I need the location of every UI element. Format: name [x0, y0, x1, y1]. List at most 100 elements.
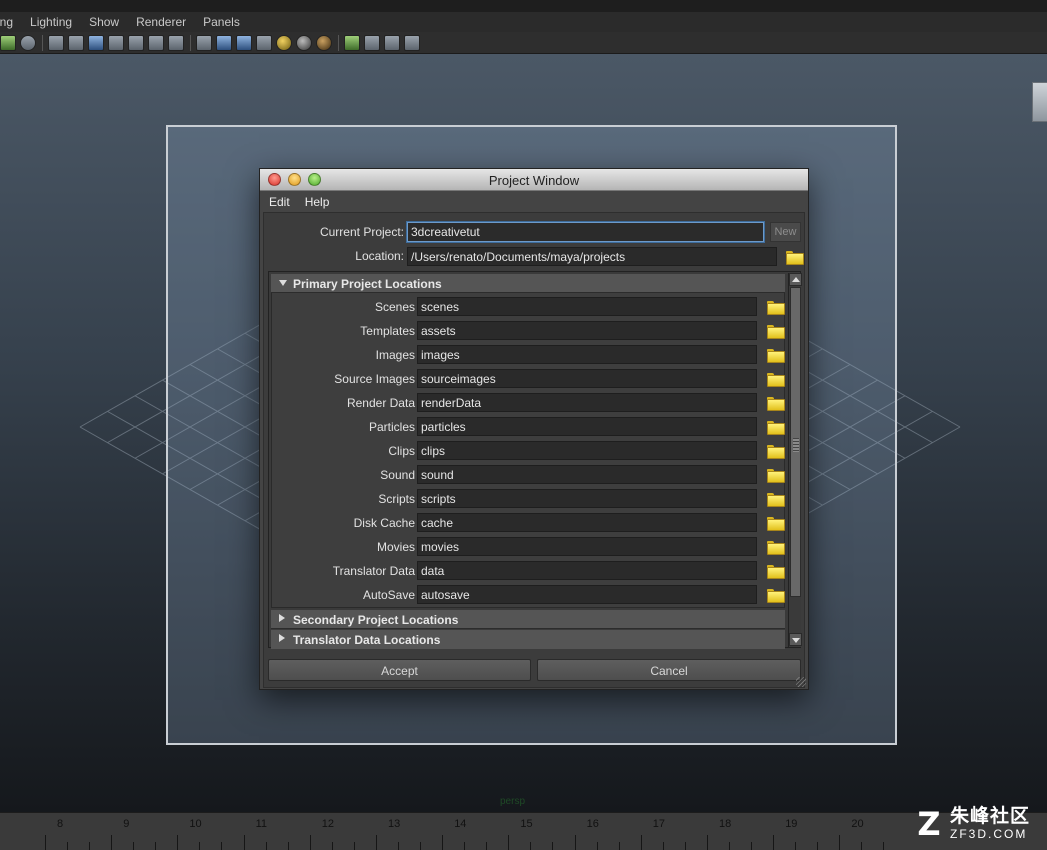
watermark: Z 朱峰社区 ZF3D.COM: [912, 803, 1042, 845]
expanded-arrow-icon: [279, 280, 287, 286]
viewport-menubar: ing Lighting Show Renderer Panels: [0, 12, 1047, 32]
menu-show[interactable]: Show: [89, 15, 119, 29]
scroll-up-button[interactable]: [789, 273, 802, 286]
location-row-label: Sound: [380, 468, 415, 482]
collapsed-arrow-icon: [279, 614, 285, 622]
location-row-input[interactable]: sourceimages: [417, 369, 757, 388]
folder-icon[interactable]: [767, 349, 785, 363]
location-input[interactable]: /Users/renato/Documents/maya/projects: [407, 247, 777, 266]
graph-icon[interactable]: [404, 34, 420, 51]
location-row-input[interactable]: renderData: [417, 393, 757, 412]
timeline-tick: [376, 835, 377, 850]
location-row-input[interactable]: autosave: [417, 585, 757, 604]
xray-icon[interactable]: [128, 34, 144, 51]
location-row-label: Images: [375, 348, 415, 362]
timeline-tick: [530, 842, 532, 850]
wireframe-icon[interactable]: [48, 34, 64, 51]
folder-icon[interactable]: [767, 445, 785, 459]
watermark-en-text: ZF3D.COM: [950, 827, 1028, 841]
accept-button[interactable]: Accept: [268, 659, 531, 681]
timeline-tick: [199, 842, 201, 850]
watermark-cn-text: 朱峰社区: [950, 806, 1031, 827]
light-grey-icon[interactable]: [296, 34, 312, 51]
location-row: Scripts scripts: [272, 489, 786, 509]
timeline-tick: [707, 835, 708, 850]
translator-locations-header[interactable]: Translator Data Locations: [271, 630, 785, 649]
folder-icon[interactable]: [767, 397, 785, 411]
timeline-tick-label: 14: [454, 818, 467, 830]
location-row-input[interactable]: data: [417, 561, 757, 580]
select-cursor-icon[interactable]: [344, 34, 360, 51]
folder-icon[interactable]: [767, 589, 785, 603]
smooth-shade-icon[interactable]: [108, 34, 124, 51]
location-row-input[interactable]: movies: [417, 537, 757, 556]
location-row-input[interactable]: clips: [417, 441, 757, 460]
folder-icon[interactable]: [767, 421, 785, 435]
menu-lighting[interactable]: Lighting: [30, 15, 72, 29]
checker-icon[interactable]: [256, 34, 272, 51]
cube-shaded-icon[interactable]: [236, 34, 252, 51]
folder-icon[interactable]: [767, 493, 785, 507]
camera-icon[interactable]: [88, 34, 104, 51]
location-row: Particles particles: [272, 417, 786, 437]
light-brown-icon[interactable]: [316, 34, 332, 51]
vertical-scrollbar[interactable]: [788, 273, 802, 647]
location-row-input[interactable]: scenes: [417, 297, 757, 316]
window-titlebar[interactable]: Project Window: [260, 169, 808, 191]
light-gold-icon[interactable]: [276, 34, 292, 51]
folder-icon[interactable]: [767, 469, 785, 483]
timeline-tick-label: 20: [851, 818, 864, 830]
folder-icon[interactable]: [767, 373, 785, 387]
menu-renderer[interactable]: Renderer: [136, 15, 186, 29]
folder-icon[interactable]: [767, 517, 785, 531]
location-row-label: Scenes: [374, 300, 415, 314]
texture-icon[interactable]: [148, 34, 164, 51]
timeline-tick: [773, 835, 775, 850]
timeline-tick: [442, 835, 444, 850]
location-row-input[interactable]: scripts: [417, 489, 757, 508]
timeline-tick-label: 11: [255, 818, 268, 830]
location-row-input[interactable]: images: [417, 345, 757, 364]
primary-locations-title: Primary Project Locations: [293, 277, 442, 291]
location-row-input[interactable]: particles: [417, 417, 757, 436]
menu-panels[interactable]: Panels: [203, 15, 240, 29]
cube-outline-icon[interactable]: [196, 34, 212, 51]
location-label: Location:: [355, 249, 404, 263]
cube-solid-icon[interactable]: [216, 34, 232, 51]
location-row-label: Movies: [376, 540, 415, 554]
view-cube[interactable]: [1032, 82, 1047, 122]
text-icon[interactable]: [168, 34, 184, 51]
secondary-locations-header[interactable]: Secondary Project Locations: [271, 610, 785, 629]
isolate-icon[interactable]: [364, 34, 380, 51]
folder-icon[interactable]: [767, 541, 785, 555]
new-project-button[interactable]: New: [770, 222, 801, 242]
location-row-input[interactable]: assets: [417, 321, 757, 340]
current-project-input[interactable]: 3dcreativetut: [407, 222, 764, 242]
cancel-button[interactable]: Cancel: [537, 659, 801, 681]
scroll-thumb[interactable]: [790, 287, 801, 597]
timeline-tick: [486, 842, 488, 850]
menu-edit[interactable]: Edit: [269, 195, 290, 209]
scroll-down-button[interactable]: [789, 633, 802, 646]
magnet-icon[interactable]: [20, 34, 36, 51]
folder-icon[interactable]: [767, 325, 785, 339]
location-row-input[interactable]: cache: [417, 513, 757, 532]
folder-icon[interactable]: [786, 251, 804, 265]
translate-icon[interactable]: [0, 34, 16, 51]
primary-locations-header[interactable]: Primary Project Locations: [271, 274, 785, 293]
location-row: Render Data renderData: [272, 393, 786, 413]
menu-help[interactable]: Help: [305, 195, 330, 209]
frame-icon[interactable]: [384, 34, 400, 51]
film-gate-icon[interactable]: [68, 34, 84, 51]
resize-grip-icon[interactable]: [796, 677, 806, 687]
location-row-input[interactable]: sound: [417, 465, 757, 484]
time-slider[interactable]: 8 9 10 11 12 13 14 15 16 17 18 19 20: [0, 812, 1047, 850]
timeline-tick: [464, 842, 466, 850]
menu-shading[interactable]: ing: [0, 15, 13, 29]
folder-icon[interactable]: [767, 565, 785, 579]
timeline-tick: [640, 835, 642, 850]
timeline-tick: [420, 842, 421, 850]
timeline-tick: [155, 842, 157, 850]
folder-icon[interactable]: [767, 301, 785, 315]
location-row-label: Scripts: [378, 492, 415, 506]
